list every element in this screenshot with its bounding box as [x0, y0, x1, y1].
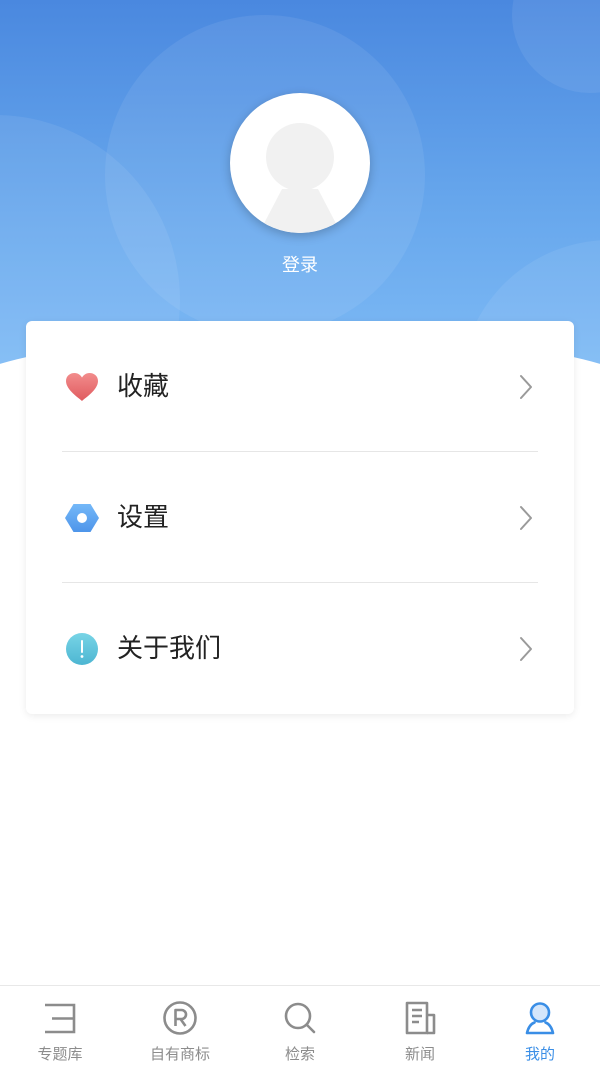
bottom-tab-bar: 专题库 自有商标 检索 新闻 我的: [0, 985, 600, 1067]
menu-item-label: 收藏: [117, 371, 170, 402]
menu-item-favorites[interactable]: 收藏: [26, 321, 574, 452]
chevron-right-icon: [520, 375, 532, 399]
chevron-right-icon: [520, 506, 532, 530]
tab-label: 专题库: [37, 1045, 83, 1063]
topic-library-icon: [42, 1000, 78, 1036]
menu-item-label: 关于我们: [117, 633, 222, 664]
news-icon: [402, 1000, 438, 1036]
profile-icon: [522, 1000, 558, 1036]
default-avatar-icon: [258, 123, 342, 233]
tab-news[interactable]: 新闻: [360, 986, 480, 1067]
tab-own-trademarks[interactable]: 自有商标: [120, 986, 240, 1067]
menu-item-label: 设置: [117, 502, 170, 533]
tab-label: 自有商标: [149, 1045, 210, 1063]
decorative-circle: [512, 0, 600, 93]
login-link[interactable]: 登录: [250, 254, 350, 278]
menu-item-about-us[interactable]: 关于我们: [26, 583, 574, 714]
tab-label: 我的: [524, 1045, 555, 1063]
tab-search[interactable]: 检索: [240, 986, 360, 1067]
tab-topic-library[interactable]: 专题库: [0, 986, 120, 1067]
chevron-right-icon: [520, 637, 532, 661]
search-icon: [282, 1000, 318, 1036]
info-icon: [65, 632, 99, 666]
avatar[interactable]: [230, 93, 370, 233]
tab-label: 新闻: [404, 1045, 435, 1063]
menu-item-settings[interactable]: 设置: [26, 452, 574, 583]
menu-card: 收藏 设置 关于我们: [26, 321, 574, 714]
tab-mine[interactable]: 我的: [480, 986, 600, 1067]
registered-trademark-icon: [162, 1000, 198, 1036]
tab-label: 检索: [284, 1045, 315, 1063]
hexagon-settings-icon: [65, 501, 99, 535]
profile-page: 登录 收藏 设置 关于我们 专题库 自有商标 检索 新闻 我的: [0, 0, 600, 1067]
heart-icon: [65, 370, 99, 404]
